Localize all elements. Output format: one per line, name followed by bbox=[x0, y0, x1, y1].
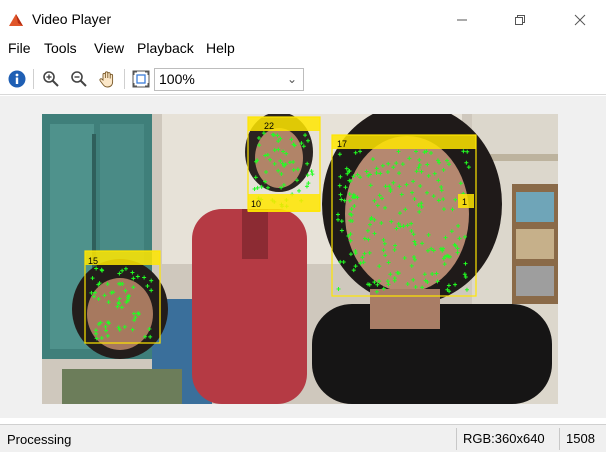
toolbar-separator bbox=[33, 69, 34, 89]
detection-label: 17 bbox=[337, 139, 347, 149]
info-icon bbox=[8, 70, 26, 88]
zoom-out-button[interactable] bbox=[68, 68, 90, 90]
toolbar-separator bbox=[124, 69, 125, 89]
status-text: Processing bbox=[7, 432, 72, 447]
fit-to-window-button[interactable] bbox=[130, 68, 152, 90]
chevron-down-icon: ⌄ bbox=[286, 72, 297, 86]
toolbar: 100% ⌄ bbox=[0, 63, 606, 95]
detection-label: 1 bbox=[462, 197, 467, 207]
zoom-value: 100% bbox=[159, 71, 195, 87]
menu-playback[interactable]: Playback bbox=[137, 40, 194, 56]
menu-file[interactable]: File bbox=[8, 40, 31, 56]
maximize-icon bbox=[515, 15, 525, 25]
detection-label: 22 bbox=[264, 121, 274, 131]
menu-view[interactable]: View bbox=[94, 40, 124, 56]
menu-bar: File Tools View Playback Help bbox=[0, 38, 606, 60]
zoom-dropdown[interactable]: 100% ⌄ bbox=[154, 68, 304, 91]
detection-label-band bbox=[332, 135, 476, 149]
detection-label: 10 bbox=[251, 199, 261, 209]
fit-to-window-icon bbox=[132, 70, 150, 88]
video-viewport[interactable]: 15 22 17 10 1 bbox=[0, 96, 606, 418]
minimize-icon bbox=[457, 19, 467, 21]
window-title: Video Player bbox=[32, 11, 112, 27]
minimize-button[interactable] bbox=[442, 6, 482, 34]
zoom-out-icon bbox=[71, 71, 87, 87]
image-info-cell: RGB:360x640 bbox=[456, 428, 551, 450]
video-frame-image: 15 22 17 10 1 bbox=[42, 114, 558, 404]
zoom-in-icon bbox=[43, 71, 59, 87]
frame-number-cell: 1508 bbox=[559, 428, 601, 450]
pan-hand-icon bbox=[99, 71, 114, 88]
detection-label-band bbox=[248, 117, 320, 131]
pan-button[interactable] bbox=[96, 68, 118, 90]
frame-number: 1508 bbox=[566, 431, 595, 446]
zoom-in-button[interactable] bbox=[40, 68, 62, 90]
menu-help[interactable]: Help bbox=[206, 40, 235, 56]
info-button[interactable] bbox=[6, 68, 28, 90]
close-button[interactable] bbox=[560, 6, 600, 34]
image-info: RGB:360x640 bbox=[463, 431, 545, 446]
detection-label: 15 bbox=[88, 256, 98, 266]
close-icon bbox=[574, 14, 586, 26]
title-bar: Video Player bbox=[0, 0, 606, 36]
video-frame: 15 22 17 10 1 bbox=[42, 114, 558, 404]
status-bar: Processing RGB:360x640 1508 bbox=[0, 424, 606, 452]
maximize-button[interactable] bbox=[500, 6, 540, 34]
matlab-icon bbox=[9, 14, 23, 26]
menu-tools[interactable]: Tools bbox=[44, 40, 77, 56]
